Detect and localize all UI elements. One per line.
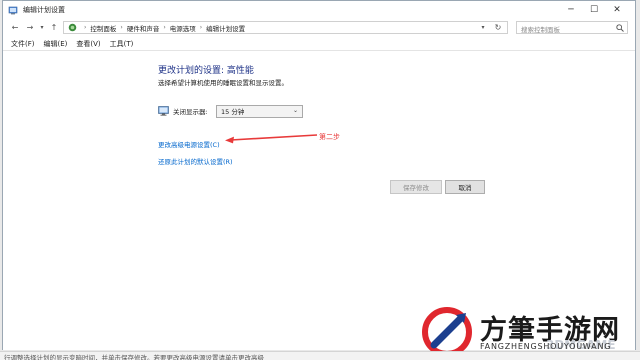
breadcrumb-power-options[interactable]: 电源选项 (170, 23, 196, 33)
display-off-value: 15 分钟 (221, 108, 245, 116)
window-title: 编辑计划设置 (23, 6, 65, 14)
close-button[interactable]: ✕ (605, 1, 629, 19)
forward-button[interactable]: → (24, 21, 36, 33)
menu-tools[interactable]: 工具(T) (110, 39, 134, 49)
address-dropdown-button[interactable]: ▾ (477, 22, 489, 33)
title-bar: 编辑计划设置 ─ ☐ ✕ (3, 1, 635, 19)
control-panel-window: 编辑计划设置 ─ ☐ ✕ ← → ▾ ↑ › 控制面板 › 硬件和声音 › 电源… (2, 0, 636, 350)
change-advanced-power-settings-link[interactable]: 更改高级电源设置(C) (158, 139, 220, 149)
cancel-button[interactable]: 取消 (445, 180, 485, 194)
bottom-caption-text: 行调整选择计划的显示变暗时间，并单击保存修改。若要更改高级电源设置请单击更改高级 (4, 354, 264, 360)
search-placeholder: 搜索控制面板 (521, 26, 560, 34)
recent-locations-button[interactable]: ▾ (36, 21, 48, 33)
up-button[interactable]: ↑ (48, 21, 60, 33)
breadcrumb-hardware-sound[interactable]: 硬件和声音 (127, 23, 160, 33)
power-options-icon (8, 6, 18, 15)
display-off-setting: 关闭显示器: 15 分钟 ⌄ (158, 104, 303, 118)
menu-view[interactable]: 查看(V) (76, 39, 100, 49)
menu-file[interactable]: 文件(F) (11, 39, 35, 49)
menu-edit[interactable]: 编辑(E) (44, 39, 68, 49)
back-button[interactable]: ← (9, 21, 21, 33)
search-input[interactable]: 搜索控制面板 (516, 21, 628, 34)
page-description: 选择希望计算机使用的睡眠设置和显示设置。 (158, 79, 288, 87)
annotation-step-two: 第二步 (319, 133, 340, 141)
breadcrumb-separator: › (163, 24, 166, 31)
display-off-select[interactable]: 15 分钟 ⌄ (216, 104, 303, 118)
display-off-label: 关闭显示器: (173, 108, 208, 116)
chevron-down-icon: ⌄ (292, 106, 298, 114)
restore-default-settings-link[interactable]: 还原此计划的默认设置(R) (158, 156, 233, 166)
refresh-button[interactable]: ↻ (492, 22, 504, 33)
watermark-subtitle: FANGZHENGSHOUYOUWANG (480, 342, 612, 351)
control-panel-icon (68, 23, 77, 32)
address-bar[interactable]: › 控制面板 › 硬件和声音 › 电源选项 › 编辑计划设置 ▾ ↻ (63, 21, 508, 34)
maximize-button[interactable]: ☐ (582, 1, 606, 19)
monitor-icon (158, 106, 169, 116)
plan-settings-content: 更改计划的设置: 高性能 选择希望计算机使用的睡眠设置和显示设置。 关闭显示器:… (3, 52, 635, 350)
breadcrumb-separator: › (84, 24, 87, 31)
search-icon (616, 24, 624, 32)
save-changes-button[interactable]: 保存修改 (390, 180, 442, 194)
breadcrumb-control-panel[interactable]: 控制面板 (90, 23, 116, 33)
annotation-arrow-icon (225, 134, 318, 144)
breadcrumb-separator: › (120, 24, 123, 31)
breadcrumb-edit-plan[interactable]: 编辑计划设置 (206, 23, 245, 33)
page-title: 更改计划的设置: 高性能 (158, 66, 254, 76)
menu-bar: 文件(F) 编辑(E) 查看(V) 工具(T) (3, 37, 635, 51)
minimize-button[interactable]: ─ (559, 1, 583, 19)
bottom-caption-strip: 行调整选择计划的显示变暗时间，并单击保存修改。若要更改高级电源设置请单击更改高级 (0, 351, 640, 360)
breadcrumb-separator: › (199, 24, 203, 31)
navigation-bar: ← → ▾ ↑ › 控制面板 › 硬件和声音 › 电源选项 › 编辑计划设置 ▾… (3, 20, 635, 35)
